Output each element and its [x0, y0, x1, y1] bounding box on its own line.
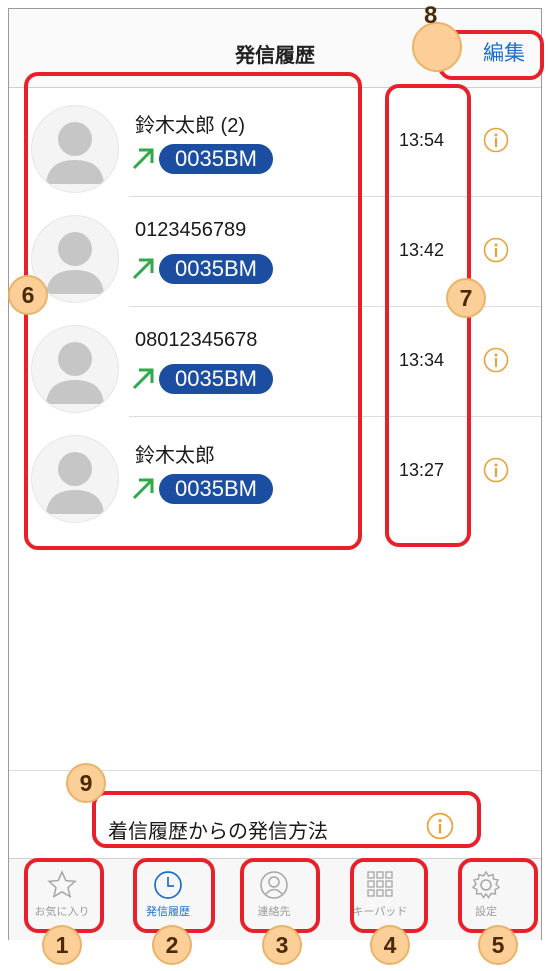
highlight-box-3 [240, 858, 320, 933]
info-icon[interactable] [483, 237, 509, 263]
callout-9: 9 [66, 763, 106, 803]
callout-2: 2 [152, 925, 192, 965]
callout-8: 8 [424, 2, 438, 29]
highlight-box-4 [350, 858, 428, 933]
callout-4: 4 [370, 925, 410, 965]
info-icon[interactable] [483, 127, 509, 153]
callout-7: 7 [446, 278, 486, 318]
highlight-box-5 [458, 858, 538, 933]
callout-3: 3 [262, 925, 302, 965]
info-icon[interactable] [483, 457, 509, 483]
callout-5: 5 [478, 925, 518, 965]
highlight-box-2 [133, 858, 215, 933]
info-icon[interactable] [483, 347, 509, 373]
callout-1: 1 [42, 925, 82, 965]
callout-6: 6 [8, 275, 48, 315]
highlight-box-1 [24, 858, 104, 933]
highlight-box-9 [92, 791, 481, 848]
highlight-box-6 [24, 72, 362, 550]
